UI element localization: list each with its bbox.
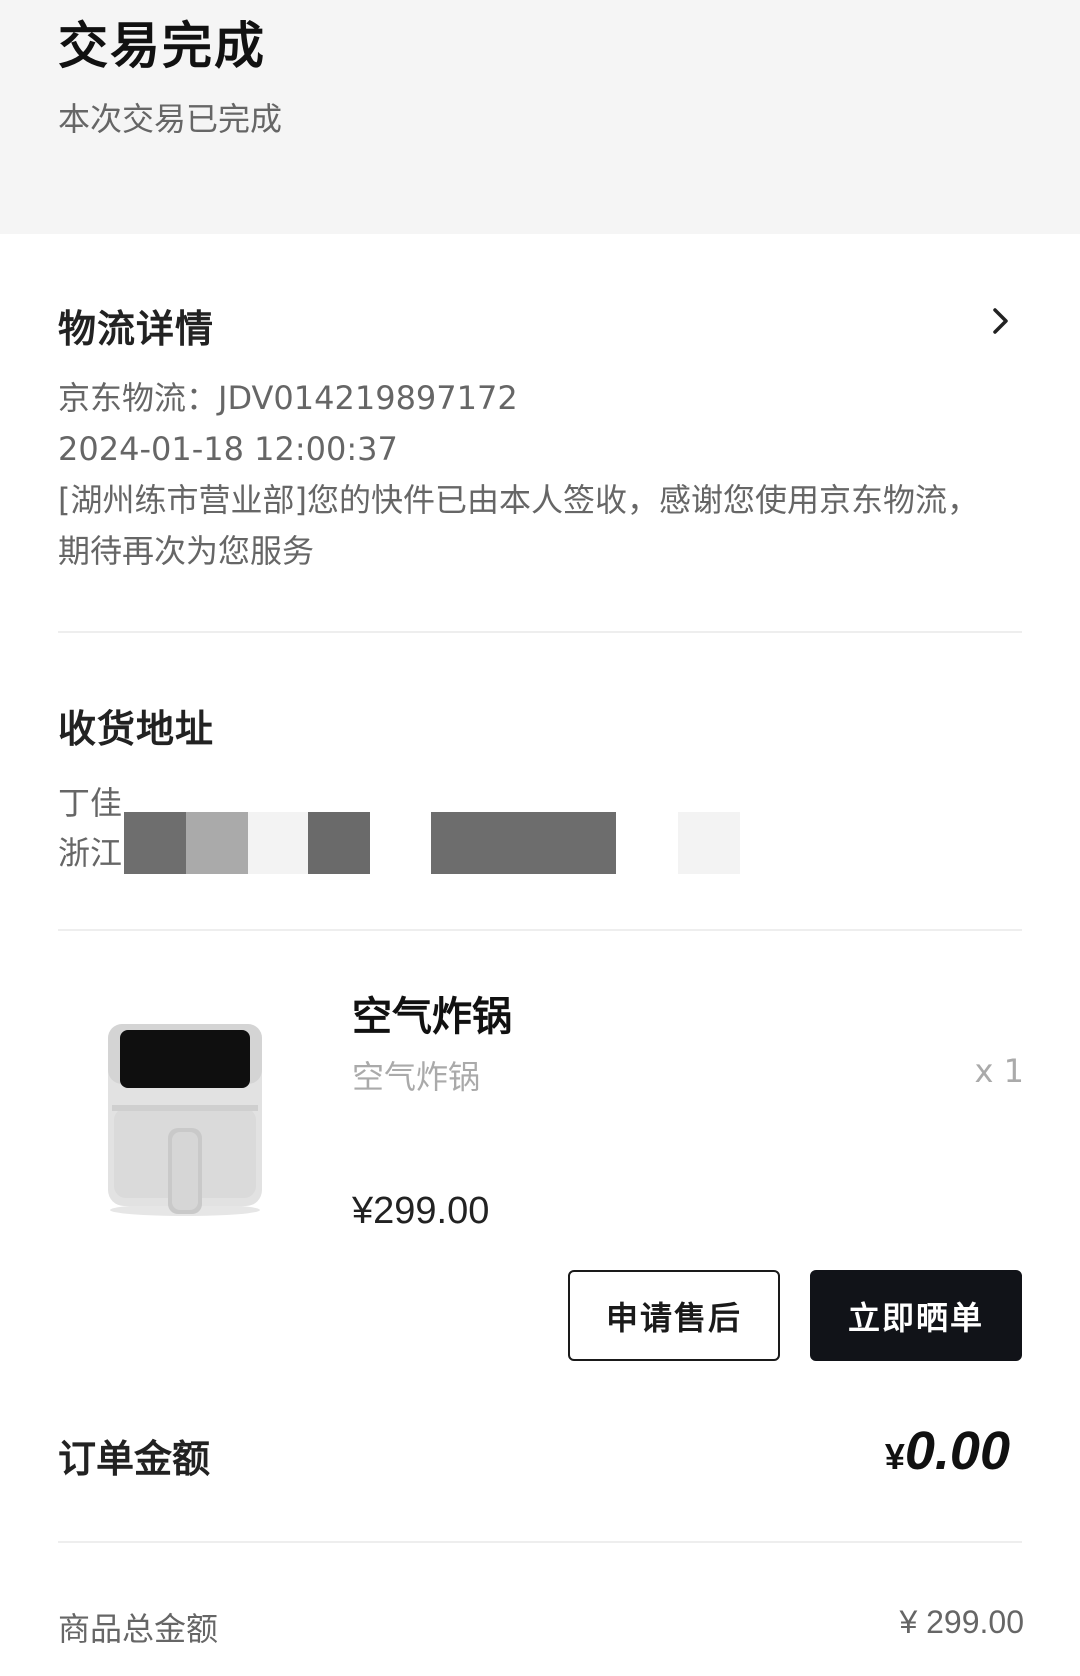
- air-fryer-image[interactable]: [90, 1010, 280, 1220]
- logistics-title[interactable]: 物流详情: [58, 298, 214, 353]
- logistics-time: 2024-01-18 12:00:37: [58, 430, 398, 468]
- post-review-button[interactable]: 立即晒单: [810, 1270, 1022, 1361]
- product-name[interactable]: 空气炸锅: [352, 984, 512, 1042]
- divider: [58, 1541, 1022, 1543]
- order-amount-value: 0.00: [904, 1421, 1010, 1481]
- address-title: 收货地址: [58, 707, 215, 751]
- page-title: 交易完成: [58, 17, 266, 75]
- product-spec: 空气炸锅: [352, 1058, 481, 1096]
- after-sale-button[interactable]: 申请售后: [568, 1270, 780, 1361]
- goods-total-value: ¥ 299.00: [899, 1604, 1024, 1640]
- product-price: ¥299.00: [352, 1190, 490, 1232]
- product-quantity: x 1: [974, 1052, 1024, 1090]
- logistics-detail: [湖州练市营业部]您的快件已由本人签收，感谢您使用京东物流，期待再次为您服务: [58, 481, 979, 570]
- divider: [58, 631, 1022, 633]
- status-header: 交易完成 本次交易已完成: [0, 0, 1080, 234]
- currency-symbol: ¥: [884, 1436, 905, 1477]
- chevron-right-icon[interactable]: [985, 306, 1015, 336]
- order-amount-label: 订单金额: [58, 1437, 211, 1481]
- logistics-tracking: 京东物流：JDV014219897172: [58, 379, 518, 417]
- divider: [58, 929, 1022, 931]
- goods-total-label: 商品总金额: [58, 1610, 219, 1648]
- address-region: 浙江: [58, 834, 123, 872]
- status-subtitle: 本次交易已完成: [58, 100, 283, 138]
- order-amount: ¥0.00: [885, 1420, 1010, 1482]
- recipient-name: 丁佳: [58, 784, 123, 822]
